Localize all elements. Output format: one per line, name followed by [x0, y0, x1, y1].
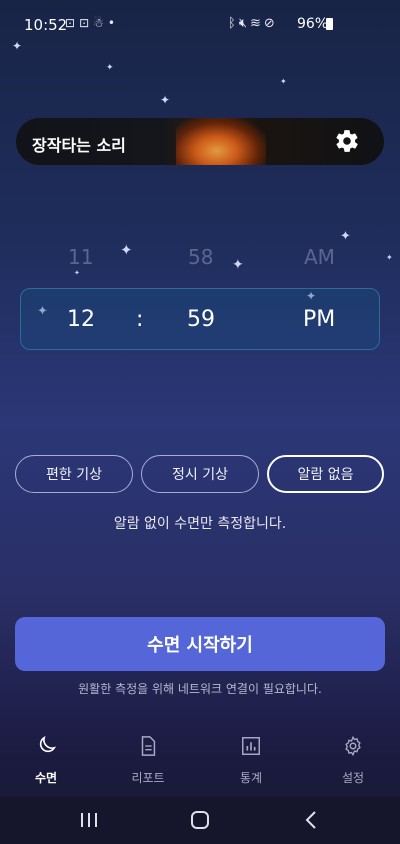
- star-icon: ✦: [232, 257, 244, 273]
- nav-item-sleep[interactable]: 수면: [6, 735, 86, 786]
- star-icon: ✦: [340, 229, 351, 244]
- sleep-sound-card[interactable]: 장작타는 소리: [16, 118, 384, 165]
- home-icon: [191, 811, 209, 829]
- battery-icon: [326, 18, 333, 30]
- dot-icon: •: [107, 16, 119, 30]
- nav-label-report: 리포트: [131, 771, 165, 785]
- recent-apps-icon: [81, 813, 97, 827]
- picker-prev-period[interactable]: AM: [304, 245, 335, 269]
- star-icon: ✦: [106, 63, 114, 73]
- star-icon: ✦: [386, 253, 393, 262]
- picker-prev-minute[interactable]: 58: [188, 245, 213, 269]
- picker-period[interactable]: PM: [303, 307, 335, 332]
- nav-label-settings: 설정: [341, 771, 365, 785]
- start-sleep-button[interactable]: 수면 시작하기: [15, 617, 385, 671]
- nav-label-stats: 통계: [239, 771, 263, 785]
- back-button[interactable]: [296, 808, 326, 832]
- picker-minute[interactable]: 59: [187, 307, 215, 332]
- nav-item-settings[interactable]: 설정: [313, 735, 393, 786]
- nav-label-sleep: 수면: [34, 771, 58, 785]
- picker-prev-hour[interactable]: 11: [68, 245, 93, 269]
- recent-apps-button[interactable]: [74, 808, 104, 832]
- bluetooth-icon: ᛒ: [228, 16, 239, 31]
- picker-hour[interactable]: 12: [67, 307, 95, 332]
- status-system-icons: ᛒ🔇︎≋⊘: [228, 16, 278, 31]
- status-bar: 10:52 ⊡⊡☃• ᛒ🔇︎≋⊘ 96%: [0, 0, 400, 48]
- alarm-option-no-alarm[interactable]: 알람 없음: [267, 455, 384, 493]
- star-icon: ✦: [12, 39, 23, 53]
- alarm-option-comfortable-wake[interactable]: 편한 기상: [15, 455, 133, 493]
- star-icon: ✦: [280, 77, 287, 86]
- status-notification-icons: ⊡⊡☃•: [65, 16, 119, 30]
- star-icon: ✦: [120, 241, 133, 259]
- star-icon: ✦: [74, 269, 80, 277]
- mute-icon: 🔇︎: [238, 16, 251, 31]
- do-not-disturb-icon: ⊘: [263, 16, 278, 31]
- sound-settings-button[interactable]: [334, 128, 360, 154]
- document-icon: [141, 736, 156, 756]
- campfire-image: [176, 118, 266, 165]
- status-time: 10:52: [24, 16, 68, 34]
- gear-icon: [336, 130, 358, 152]
- sleep-sound-title: 장작타는 소리: [32, 136, 126, 155]
- network-note: 원활한 측정을 위해 네트워크 연결이 필요합니다.: [78, 682, 322, 696]
- nav-item-stats[interactable]: 통계: [211, 735, 291, 786]
- wifi-icon: ≋: [250, 16, 264, 31]
- bar-chart-icon: [242, 737, 260, 755]
- app-notification-icon: ☃: [93, 16, 108, 30]
- alarm-description: 알람 없이 수면만 측정합니다.: [113, 516, 287, 532]
- picker-separator: :: [136, 307, 144, 332]
- back-icon: [305, 811, 316, 829]
- screenshot-icon: ⊡: [79, 16, 94, 30]
- alarm-option-ontime-wake[interactable]: 정시 기상: [141, 455, 259, 493]
- screenshot-icon: ⊡: [65, 16, 80, 30]
- home-button[interactable]: [185, 808, 215, 832]
- nav-item-report[interactable]: 리포트: [108, 735, 188, 786]
- gear-icon: [345, 735, 361, 757]
- battery-percentage: 96%: [297, 16, 329, 32]
- moon-icon: [39, 735, 57, 753]
- star-icon: ✦: [160, 93, 171, 107]
